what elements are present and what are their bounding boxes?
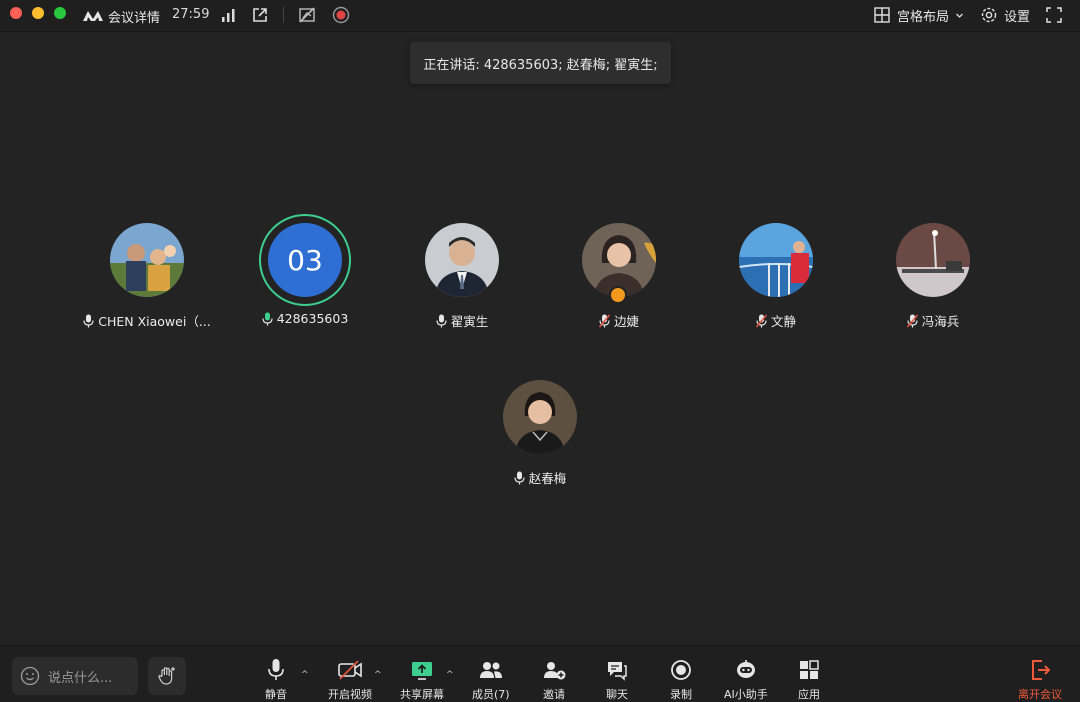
apps-label: 应用 (798, 688, 820, 701)
invite-label: 邀请 (543, 688, 565, 701)
leave-icon (1032, 660, 1051, 680)
emoji-icon[interactable] (20, 666, 40, 686)
record-icon (671, 660, 691, 680)
microphone-muted-icon (598, 314, 610, 327)
chat-button[interactable]: 聊天 (605, 658, 629, 702)
participant-name: 赵春梅 (528, 471, 567, 486)
participant-tile[interactable]: 赵春梅 (465, 380, 615, 490)
members-label: 成员(7) (472, 688, 510, 701)
share-label: 共享屏幕 (400, 688, 444, 701)
microphone-icon (268, 659, 284, 680)
host-badge-icon (609, 286, 627, 304)
record-label: 录制 (670, 688, 692, 701)
participant-tile[interactable]: 翟寅生 (387, 223, 537, 333)
participant-tile[interactable]: 03 428635603 (230, 214, 380, 333)
signal-strength-icon[interactable] (220, 6, 238, 24)
quick-chat-input[interactable]: 说点什么... (12, 657, 138, 695)
chat-icon (608, 662, 627, 681)
annotation-off-icon[interactable] (298, 6, 316, 24)
participant-name: 冯海兵 (921, 314, 960, 329)
chat-placeholder: 说点什么... (48, 670, 113, 686)
mute-button[interactable]: 静音 (265, 658, 287, 702)
recording-status-icon[interactable] (332, 6, 350, 24)
apps-grid-icon (800, 660, 819, 679)
mute-label: 静音 (265, 688, 287, 701)
raise-hand-button[interactable] (148, 657, 186, 695)
avatar (503, 380, 577, 454)
video-label: 开启视频 (328, 688, 372, 701)
microphone-active-icon (262, 312, 273, 325)
settings-label: 设置 (1004, 9, 1031, 25)
members-icon (479, 662, 502, 678)
chat-label: 聊天 (606, 688, 628, 701)
settings-button[interactable]: 设置 (980, 5, 1030, 25)
participant-tile[interactable]: CHEN Xiaowei（... (72, 223, 222, 333)
participant-tile[interactable]: 冯海兵 (858, 223, 1008, 333)
apps-button[interactable]: 应用 (797, 658, 821, 702)
participant-tile[interactable]: 文静 (701, 223, 851, 333)
participant-name: CHEN Xiaowei（... (98, 314, 211, 329)
microphone-icon (436, 314, 447, 327)
share-options-chevron-icon[interactable]: ^ (446, 670, 454, 680)
record-button[interactable]: 录制 (669, 658, 693, 702)
avatar (425, 223, 499, 297)
popout-icon[interactable] (251, 6, 269, 24)
microphone-icon (83, 314, 94, 327)
fullscreen-icon[interactable] (1045, 6, 1063, 24)
mute-options-chevron-icon[interactable]: ^ (301, 670, 309, 680)
topbar-divider (283, 7, 284, 23)
speaking-text: 正在讲话: 428635603; 赵春梅; 翟寅生; (423, 57, 658, 73)
participant-name: 428635603 (276, 311, 349, 326)
invite-button[interactable]: 邀请 (541, 658, 567, 702)
window-close-button[interactable] (10, 7, 22, 19)
window-maximize-button[interactable] (54, 7, 66, 19)
avatar (896, 223, 970, 297)
leave-label: 离开会议 (1018, 688, 1062, 701)
ai-assistant-icon (736, 660, 755, 678)
share-screen-icon (412, 662, 432, 680)
ai-label: AI小助手 (724, 688, 768, 701)
layout-switch-button[interactable]: 宫格布局 (873, 5, 964, 25)
meeting-toolbar: 说点什么... 静音 ^ 开启视频 ^ 共享屏幕 ^ 成员(7) 邀请 聊天 录… (0, 645, 1080, 702)
participant-name: 文静 (770, 314, 796, 329)
layout-label: 宫格布局 (897, 9, 950, 25)
window-minimize-button[interactable] (32, 7, 44, 19)
raise-hand-icon (158, 667, 175, 685)
start-video-button[interactable]: 开启视频 (328, 658, 372, 702)
avatar-initials: 03 (268, 223, 342, 297)
ai-assistant-button[interactable]: AI小助手 (724, 658, 768, 702)
video-off-icon (338, 660, 362, 680)
members-button[interactable]: 成员(7) (472, 658, 510, 702)
chevron-down-icon (956, 13, 963, 18)
leave-meeting-button[interactable]: 离开会议 (1018, 658, 1062, 702)
grid-layout-icon (874, 7, 890, 23)
participant-name: 翟寅生 (450, 314, 489, 329)
gear-icon (981, 7, 997, 23)
add-user-icon (544, 662, 566, 680)
app-logo-icon (83, 11, 103, 21)
title-bar: 会议详情 27:59 宫格布局 设置 (0, 0, 1080, 32)
share-screen-button[interactable]: 共享屏幕 (400, 658, 444, 702)
participant-name: 边婕 (613, 314, 639, 329)
meeting-timer: 27:59 (172, 7, 210, 22)
meeting-details-link[interactable]: 会议详情 (108, 7, 160, 26)
avatar (739, 223, 813, 297)
video-options-chevron-icon[interactable]: ^ (374, 670, 382, 680)
microphone-muted-icon (755, 314, 767, 327)
microphone-muted-icon (906, 314, 918, 327)
microphone-icon (514, 471, 525, 484)
speaking-indicator: 正在讲话: 428635603; 赵春梅; 翟寅生; (410, 42, 671, 84)
avatar (110, 223, 184, 297)
participant-tile[interactable]: 边婕 (544, 223, 694, 333)
